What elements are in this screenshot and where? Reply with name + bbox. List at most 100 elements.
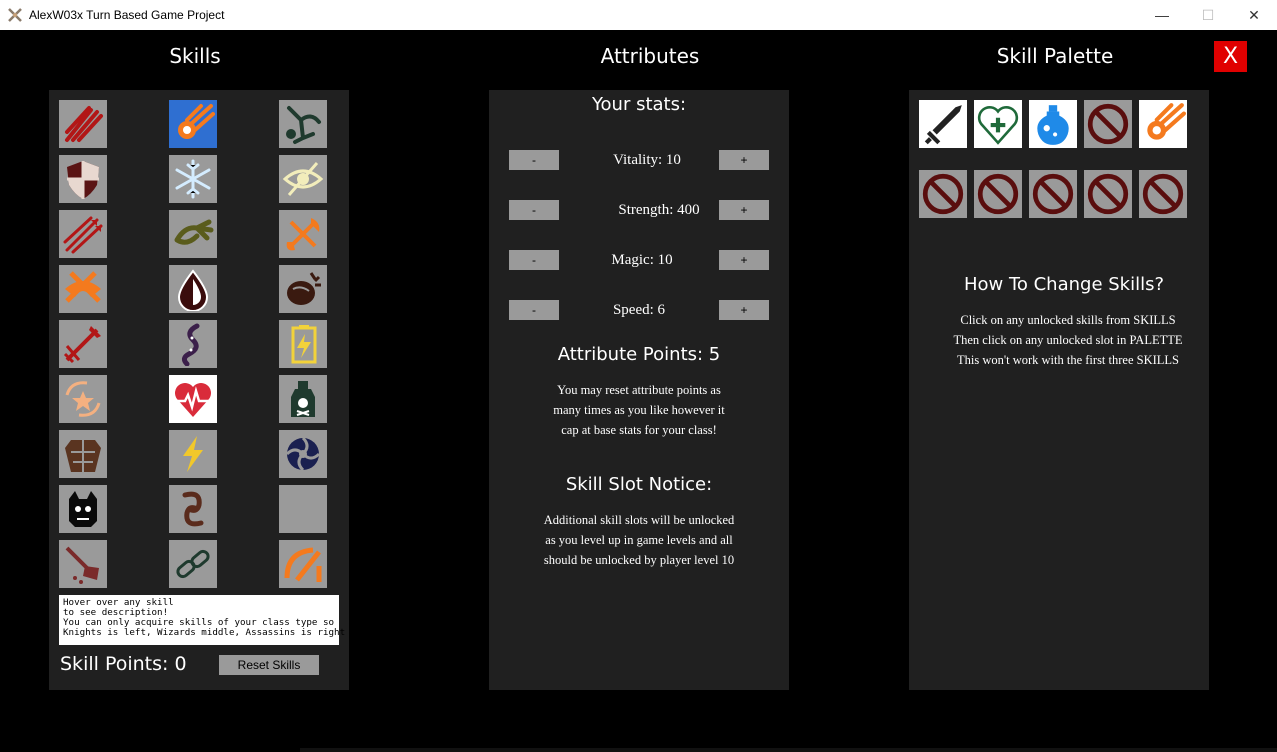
skill-slot[interactable] [169,540,217,588]
tentacle-icon [181,323,200,366]
crossed-speed-icon [284,547,322,582]
slot-notice-line: Additional skill slots will be unlocked [543,513,735,527]
bottom-strip [300,748,1277,752]
locked-slot-icon [1142,173,1184,215]
heart-monitor-icon [175,383,211,417]
close-window-button[interactable]: ✕ [1231,0,1277,30]
app-icon [7,7,23,23]
skill-slot[interactable] [279,265,327,313]
how-to-change-instructions: Click on any unlocked skills from SKILLS… [918,310,1218,370]
minimize-button[interactable]: — [1139,0,1185,30]
skill-slot[interactable] [169,100,217,148]
vitality-plus-button[interactable]: + [719,150,769,170]
skill-slot[interactable] [279,320,327,368]
skill-slot[interactable] [169,155,217,203]
skill-slot[interactable] [59,100,107,148]
armor-chest-icon [65,440,101,472]
locked-slot-icon [1087,103,1129,145]
instruction-line: Click on any unlocked skills from SKILLS [960,313,1176,327]
skill-slot[interactable] [169,320,217,368]
speed-minus-button[interactable]: - [509,300,559,320]
locked-palette-slot[interactable] [974,170,1022,218]
lightning-bolt-icon [183,436,203,472]
locked-palette-slot[interactable] [1029,170,1077,218]
game-screen: Skills Attributes Skill Palette X Hover … [0,30,1277,752]
slot-notice-line: should be unlocked by player level 10 [543,553,735,567]
swirl-icon [182,491,204,527]
your-stats-heading: Your stats: [591,94,687,115]
skill-slot[interactable] [59,265,107,313]
strength-minus-button[interactable]: - [509,200,559,220]
fire-axes-icon [286,218,320,251]
skill-points-label: Skill Points: 0 [60,653,187,675]
skill-slot[interactable] [59,320,107,368]
locked-palette-slot[interactable] [1084,170,1132,218]
skill-slot[interactable] [279,485,327,533]
strength-plus-button[interactable]: + [719,200,769,220]
reset-note: You may reset attribute points as many t… [489,380,789,440]
vitality-label: Vitality: 10 [613,152,681,168]
window-title-bar: AlexW03x Turn Based Game Project — ☐ ✕ [0,0,1277,30]
skill-slot[interactable] [59,375,107,423]
skill-slot[interactable] [279,375,327,423]
crossed-swords-icon [65,271,101,303]
skill-slot[interactable] [59,155,107,203]
heart-heal-icon [977,105,1019,145]
skill-palette-panel: How To Change Skills? Click on any unloc… [909,90,1209,690]
instruction-line: This won't work with the first three SKI… [956,353,1179,367]
window-title: AlexW03x Turn Based Game Project [29,8,225,22]
magic-minus-button[interactable]: - [509,250,559,270]
skill-slot[interactable] [279,430,327,478]
shuriken-spin-icon [285,436,321,472]
skill-slot[interactable] [59,540,107,588]
sword-icon [924,105,962,145]
fireball-icon [1147,103,1186,140]
locked-slot-icon [977,173,1019,215]
skill-slot[interactable] [59,485,107,533]
fireball-icon [178,104,215,139]
grappling-hand-icon [286,106,321,144]
demon-face-icon [69,491,97,527]
skill-slot[interactable] [59,430,107,478]
skill-slot[interactable] [59,210,107,258]
skill-slot[interactable] [169,210,217,258]
palette-slot[interactable] [974,100,1022,148]
grabbing-claw-icon [174,219,214,245]
skill-slot[interactable] [279,155,327,203]
maximize-button[interactable]: ☐ [1185,0,1231,30]
skill-slot[interactable] [169,485,217,533]
magic-plus-button[interactable]: + [719,250,769,270]
skill-slot[interactable] [279,540,327,588]
skill-slot[interactable] [279,100,327,148]
skill-slot[interactable] [169,375,217,423]
instruction-line: Then click on any unlocked slot in PALET… [953,333,1183,347]
poison-bottle-icon [291,381,315,417]
speed-plus-button[interactable]: + [719,300,769,320]
description-line: Knights is left, Wizards middle, Assassi… [63,627,346,638]
red-claw-slash-icon [65,106,103,142]
vitality-minus-button[interactable]: - [509,150,559,170]
attributes-panel: Your stats: - Vitality: 10 + - Strength:… [489,90,789,690]
crescent-moon-icon [289,491,321,529]
energy-battery-icon [291,325,317,364]
locked-palette-slot[interactable] [1139,170,1187,218]
star-spin-icon [65,381,101,417]
skill-slot-notice-heading: Skill Slot Notice: [565,474,713,495]
skills-panel: Hover over any skill to see description!… [49,90,349,690]
blind-eye-icon [282,162,324,196]
locked-palette-slot[interactable] [919,170,967,218]
reset-skills-button[interactable]: Reset Skills [219,655,319,675]
skill-slot[interactable] [169,430,217,478]
locked-palette-slot[interactable] [1084,100,1132,148]
palette-slot[interactable] [1139,100,1187,148]
slot-notice-line: as you level up in game levels and all [545,533,733,547]
locked-slot-icon [922,173,964,215]
strength-label: Strength: 400 [618,202,700,218]
skill-slot[interactable] [169,265,217,313]
palette-slot[interactable] [919,100,967,148]
speed-label: Speed: 6 [612,302,666,318]
close-menu-button[interactable]: X [1214,41,1247,72]
palette-slot[interactable] [1029,100,1077,148]
locked-slot-icon [1032,173,1074,215]
skill-slot[interactable] [279,210,327,258]
